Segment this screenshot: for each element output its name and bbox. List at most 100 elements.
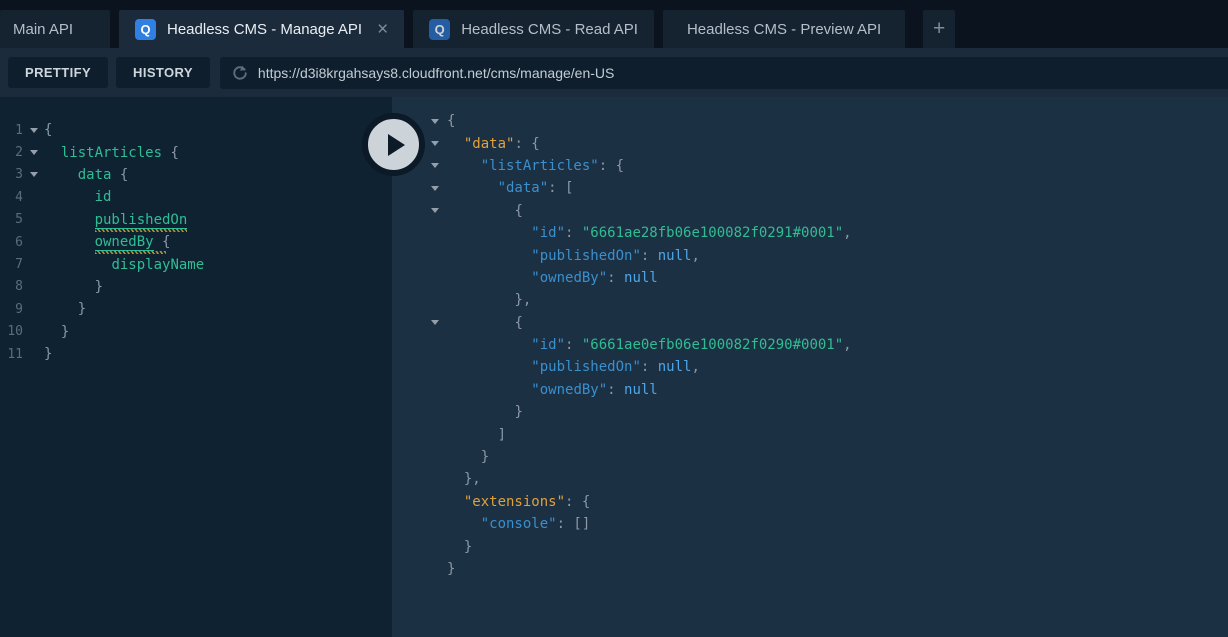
fold-arrow-icon[interactable] — [431, 163, 447, 168]
query-line[interactable]: 10 } — [0, 321, 392, 343]
code-text: { — [447, 315, 523, 331]
graphql-playground: Main API Q Headless CMS - Manage API × Q… — [0, 0, 1228, 637]
response-line: }, — [392, 289, 1228, 311]
line-number: 9 — [0, 302, 23, 317]
code-token: } — [514, 404, 522, 420]
line-number: 3 — [0, 167, 23, 182]
response-line: "data": [ — [392, 177, 1228, 199]
code-token: { — [162, 145, 179, 161]
code-token — [447, 158, 481, 174]
fold-arrow-icon[interactable] — [23, 172, 44, 177]
code-token: : [] — [557, 516, 591, 532]
query-line[interactable]: 4 id — [0, 186, 392, 208]
code-token: } — [44, 346, 52, 362]
code-token — [44, 145, 61, 161]
code-token: "listArticles" — [481, 158, 599, 174]
code-text: "extensions": { — [447, 494, 590, 510]
line-number: 4 — [0, 190, 23, 205]
code-token: "console" — [481, 516, 557, 532]
code-token: : — [565, 225, 582, 241]
code-token: "ownedBy" — [531, 382, 607, 398]
query-editor[interactable]: 1{2 listArticles {3 data {4 id5 publishe… — [0, 97, 392, 637]
query-line[interactable]: 5 publishedOn — [0, 209, 392, 231]
code-text: listArticles { — [44, 145, 179, 161]
fold-arrow-icon[interactable] — [431, 186, 447, 191]
code-text: "id": "6661ae28fb06e100082f0291#0001", — [447, 225, 852, 241]
endpoint-url: https://d3i8krgahsays8.cloudfront.net/cm… — [258, 65, 614, 81]
code-token — [447, 292, 514, 308]
code-text: }, — [447, 292, 531, 308]
query-line[interactable]: 3 data { — [0, 164, 392, 186]
code-token: listArticles — [61, 145, 162, 161]
code-token — [447, 270, 531, 286]
code-token — [44, 234, 95, 250]
response-line: { — [392, 200, 1228, 222]
code-token: { — [154, 234, 171, 250]
play-icon — [388, 134, 405, 156]
tab-headless-cms-manage-api[interactable]: Q Headless CMS - Manage API × — [119, 10, 404, 48]
response-line: "data": { — [392, 132, 1228, 154]
url-bar[interactable]: https://d3i8krgahsays8.cloudfront.net/cm… — [220, 57, 1228, 89]
query-line[interactable]: 8 } — [0, 276, 392, 298]
code-token: } — [78, 301, 86, 317]
code-text: } — [44, 279, 103, 295]
code-text: "ownedBy": null — [447, 270, 658, 286]
response-viewer: { "data": { "listArticles": { "data": [ … — [392, 97, 1228, 637]
response-line: "id": "6661ae28fb06e100082f0291#0001", — [392, 222, 1228, 244]
code-token: } — [447, 561, 455, 577]
response-line: "listArticles": { — [392, 155, 1228, 177]
code-text: { — [44, 122, 52, 138]
code-text: "data": { — [447, 136, 540, 152]
code-token: "6661ae0efb06e100082f0290#0001" — [582, 337, 843, 353]
code-token: null — [658, 359, 692, 375]
query-line[interactable]: 6 ownedBy { — [0, 231, 392, 253]
fold-arrow-icon[interactable] — [431, 119, 447, 124]
tab-main-api[interactable]: Main API — [0, 10, 110, 48]
code-text: displayName — [44, 257, 204, 273]
tab-headless-cms-preview-api[interactable]: Headless CMS - Preview API — [663, 10, 905, 48]
response-line: "extensions": { — [392, 491, 1228, 513]
add-tab-button[interactable]: + — [923, 10, 955, 48]
code-token: } — [464, 539, 472, 555]
code-text: ] — [447, 427, 506, 443]
code-text: ownedBy { — [44, 234, 170, 250]
line-number: 10 — [0, 324, 23, 339]
code-token — [447, 449, 481, 465]
prettify-button[interactable]: PRETTIFY — [8, 57, 108, 88]
code-text: "publishedOn": null, — [447, 359, 700, 375]
code-token: : — [565, 337, 582, 353]
fold-arrow-icon[interactable] — [23, 150, 44, 155]
code-token — [447, 248, 531, 264]
line-number: 6 — [0, 235, 23, 250]
code-token: : { — [565, 494, 590, 510]
response-line: }, — [392, 468, 1228, 490]
code-token — [447, 359, 531, 375]
code-token: "data" — [498, 180, 549, 196]
code-token: "id" — [531, 225, 565, 241]
query-line[interactable]: 7 displayName — [0, 253, 392, 275]
fold-arrow-icon[interactable] — [431, 141, 447, 146]
query-line[interactable]: 1{ — [0, 119, 392, 141]
code-token — [44, 279, 95, 295]
code-token — [447, 494, 464, 510]
history-button[interactable]: HISTORY — [116, 57, 210, 88]
fold-arrow-icon[interactable] — [23, 128, 44, 133]
tab-headless-cms-read-api[interactable]: Q Headless CMS - Read API — [413, 10, 654, 48]
code-token: { — [111, 167, 128, 183]
query-line[interactable]: 9 } — [0, 298, 392, 320]
code-token: : [ — [548, 180, 573, 196]
toolbar: PRETTIFY HISTORY https://d3i8krgahsays8.… — [0, 48, 1228, 97]
response-line: "publishedOn": null, — [392, 244, 1228, 266]
code-token: } — [61, 324, 69, 340]
code-token — [44, 189, 95, 205]
execute-query-button[interactable] — [362, 113, 425, 176]
query-line[interactable]: 11} — [0, 343, 392, 365]
query-line[interactable]: 2 listArticles { — [0, 141, 392, 163]
close-tab-icon[interactable]: × — [377, 20, 388, 39]
code-token: { — [514, 315, 522, 331]
reload-icon[interactable] — [231, 64, 249, 82]
fold-arrow-icon[interactable] — [431, 208, 447, 213]
response-line: "console": [] — [392, 513, 1228, 535]
response-line: ] — [392, 423, 1228, 445]
fold-arrow-icon[interactable] — [431, 320, 447, 325]
